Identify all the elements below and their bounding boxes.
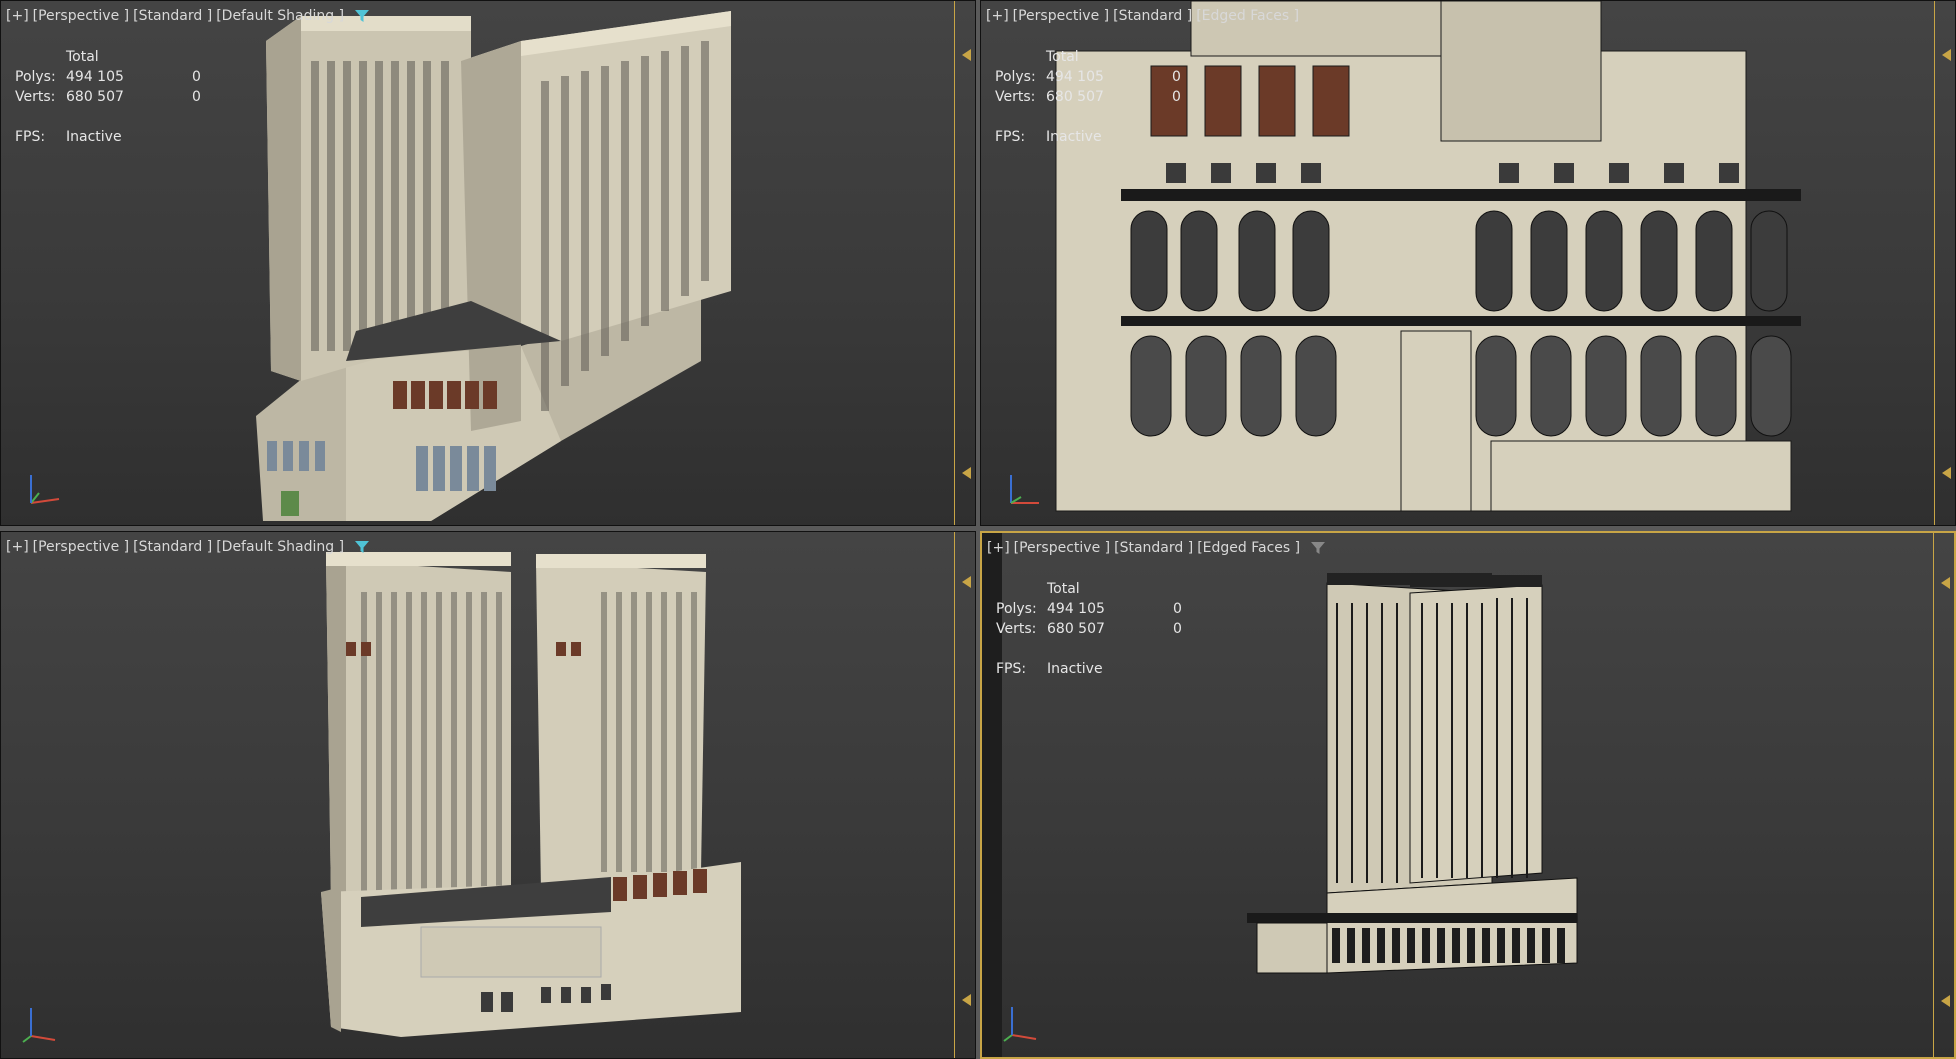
polys-value: 494 105	[1046, 69, 1104, 85]
viewport-plus-menu[interactable]: [+]	[987, 540, 1010, 556]
polys-value: 494 105	[66, 69, 124, 85]
axis-gizmo-icon	[30, 475, 60, 504]
viewport-plus-menu[interactable]: [+]	[6, 539, 29, 555]
axis-gizmo-icon	[1003, 1007, 1037, 1042]
filter-icon[interactable]	[1310, 540, 1326, 556]
viewport-style-menu[interactable]: [Standard ]	[133, 8, 212, 24]
filter-icon[interactable]	[354, 8, 370, 24]
fps-value: Inactive	[1047, 661, 1103, 677]
fps-label: FPS:	[995, 129, 1026, 145]
viewport-shading-menu[interactable]: [Default Shading ]	[216, 8, 344, 24]
stats-overlay: Total Polys: 494 105 0 Verts: 680 507 0 FPS:…	[15, 47, 222, 147]
viewport-splitter-horizontal[interactable]	[0, 526, 1956, 531]
polys-label: Polys:	[995, 69, 1036, 85]
building-model-render[interactable]	[1, 532, 976, 1059]
viewport-ruler	[954, 532, 975, 1058]
viewport-style-menu[interactable]: [Standard ]	[1114, 540, 1193, 556]
viewport-view-menu[interactable]: [Perspective ]	[1014, 540, 1110, 556]
verts-label: Verts:	[995, 89, 1036, 105]
viewport-top-right[interactable]: [+] [Perspective ] [Standard ] [Edged Fa…	[980, 0, 1956, 526]
viewport-ruler	[954, 1, 975, 525]
viewport-shading-menu[interactable]: [Edged Faces ]	[1196, 8, 1299, 24]
viewport-plus-menu[interactable]: [+]	[986, 8, 1009, 24]
viewport-header[interactable]: [+] [Perspective ] [Standard ] [Edged Fa…	[986, 8, 1299, 24]
viewport-style-menu[interactable]: [Standard ]	[1113, 8, 1192, 24]
ruler-arrow-icon[interactable]	[962, 49, 971, 61]
ruler-arrow-icon[interactable]	[1942, 467, 1951, 479]
filter-icon[interactable]	[354, 539, 370, 555]
verts-selected: 0	[192, 89, 201, 105]
viewport-bottom-right[interactable]: [+] [Perspective ] [Standard ] [Edged Fa…	[980, 531, 1956, 1059]
verts-selected: 0	[1173, 621, 1182, 637]
polys-label: Polys:	[15, 69, 56, 85]
viewport-style-menu[interactable]: [Standard ]	[133, 539, 212, 555]
ruler-arrow-icon[interactable]	[962, 994, 971, 1006]
ruler-arrow-icon[interactable]	[1941, 995, 1950, 1007]
viewport-view-menu[interactable]: [Perspective ]	[33, 539, 129, 555]
verts-selected: 0	[1172, 89, 1181, 105]
viewport-ruler	[1934, 1, 1955, 525]
stats-total-label: Total	[1046, 49, 1079, 65]
viewport-header[interactable]: [+] [Perspective ] [Standard ] [Default …	[6, 539, 370, 555]
fps-label: FPS:	[996, 661, 1027, 677]
viewport-header[interactable]: [+] [Perspective ] [Standard ] [Edged Fa…	[987, 540, 1326, 556]
axis-gizmo-icon	[22, 1008, 56, 1043]
polys-label: Polys:	[996, 601, 1037, 617]
viewport-plus-menu[interactable]: [+]	[6, 8, 29, 24]
fps-value: Inactive	[1046, 129, 1102, 145]
stats-total-label: Total	[66, 49, 99, 65]
ruler-arrow-icon[interactable]	[1941, 577, 1950, 589]
viewport-bottom-left[interactable]: [+] [Perspective ] [Standard ] [Default …	[0, 531, 976, 1059]
viewport-shading-menu[interactable]: [Edged Faces ]	[1197, 540, 1300, 556]
stats-total-label: Total	[1047, 581, 1080, 597]
polys-selected: 0	[1173, 601, 1182, 617]
verts-label: Verts:	[15, 89, 56, 105]
ruler-arrow-icon[interactable]	[962, 576, 971, 588]
viewport-view-menu[interactable]: [Perspective ]	[33, 8, 129, 24]
verts-value: 680 507	[1046, 89, 1104, 105]
verts-value: 680 507	[1047, 621, 1105, 637]
ruler-arrow-icon[interactable]	[962, 467, 971, 479]
verts-value: 680 507	[66, 89, 124, 105]
axis-gizmo-icon	[1010, 475, 1039, 504]
stats-overlay: Total Polys: 494 105 0 Verts: 680 507 0 FPS:…	[996, 579, 1203, 679]
ruler-arrow-icon[interactable]	[1942, 49, 1951, 61]
stats-overlay: Total Polys: 494 105 0 Verts: 680 507 0 FPS:…	[995, 47, 1202, 147]
viewport-header[interactable]: [+] [Perspective ] [Standard ] [Default …	[6, 8, 370, 24]
viewport-view-menu[interactable]: [Perspective ]	[1013, 8, 1109, 24]
verts-label: Verts:	[996, 621, 1037, 637]
polys-value: 494 105	[1047, 601, 1105, 617]
viewport-ruler	[1933, 533, 1954, 1057]
viewport-shading-menu[interactable]: [Default Shading ]	[216, 539, 344, 555]
polys-selected: 0	[1172, 69, 1181, 85]
viewport-top-left[interactable]: [+] [Perspective ] [Standard ] [Default …	[0, 0, 976, 526]
fps-label: FPS:	[15, 129, 46, 145]
fps-value: Inactive	[66, 129, 122, 145]
polys-selected: 0	[192, 69, 201, 85]
